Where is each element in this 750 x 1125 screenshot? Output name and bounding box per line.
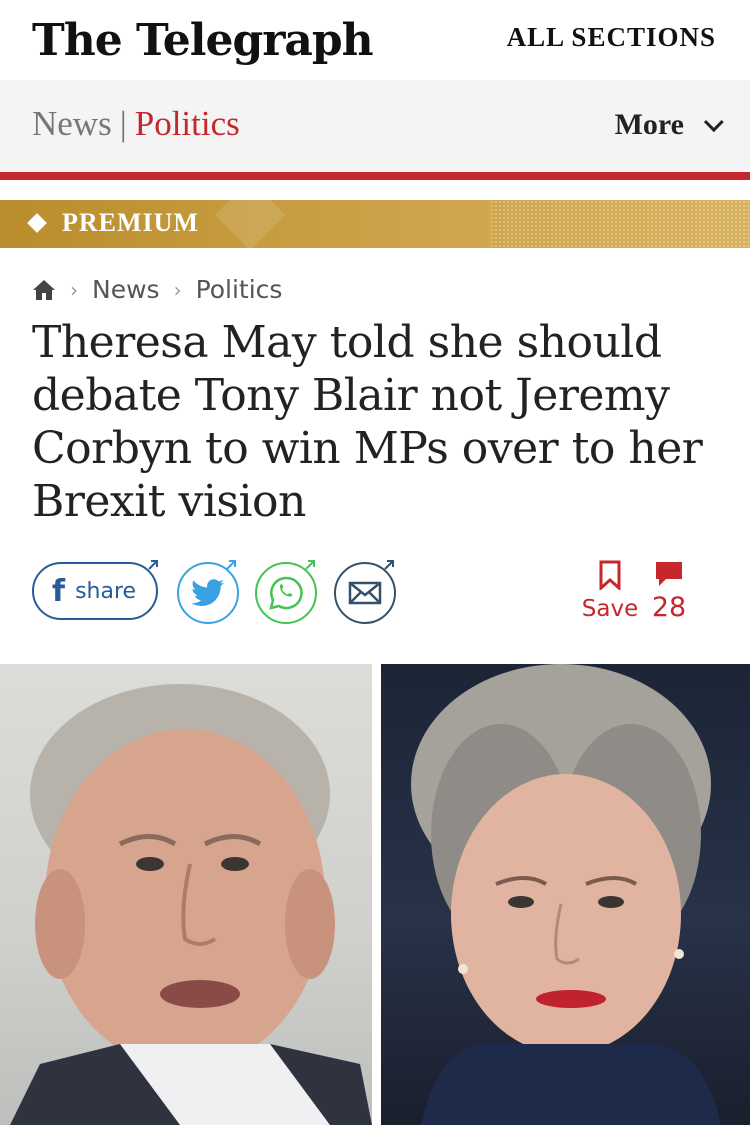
section-crumbs: News | Politics (32, 104, 240, 144)
chevron-right-icon: › (70, 277, 78, 302)
save-button[interactable]: Save (580, 560, 640, 622)
chevron-right-icon: › (173, 277, 182, 302)
home-icon[interactable] (32, 279, 56, 301)
portrait-illustration (10, 684, 372, 1125)
diamond-icon (27, 213, 47, 233)
breadcrumb-politics[interactable]: Politics (196, 275, 283, 304)
comment-count: 28 (651, 592, 687, 623)
bookmark-icon (599, 560, 621, 590)
portrait-illustration (411, 664, 721, 1125)
more-label: More (614, 108, 684, 141)
share-bar: f share Save 28 (32, 560, 718, 640)
tony-blair-photo (0, 664, 372, 1125)
section-news-link[interactable]: News (32, 104, 112, 143)
share-label: share (75, 578, 137, 604)
external-arrow-icon (384, 560, 394, 570)
theresa-may-photo (381, 664, 750, 1125)
premium-label: PREMIUM (62, 208, 199, 237)
section-divider (0, 172, 750, 180)
whatsapp-icon (269, 576, 303, 610)
banner-pattern (490, 200, 750, 248)
section-nav: News | Politics More (0, 80, 750, 172)
breadcrumb: › News › Politics (32, 275, 282, 304)
facebook-icon: f (52, 573, 66, 609)
all-sections-link[interactable]: ALL SECTIONS (507, 22, 716, 53)
telegraph-logo[interactable]: The Telegraph (32, 0, 374, 80)
external-arrow-icon (305, 560, 315, 570)
twitter-icon (191, 579, 224, 606)
masthead: The Telegraph ALL SECTIONS (0, 0, 750, 80)
external-arrow-icon (226, 560, 236, 570)
article-headline: Theresa May told she should debate Tony … (32, 317, 703, 527)
comments-button[interactable]: 28 (644, 560, 694, 623)
breadcrumb-news[interactable]: News (92, 275, 160, 304)
save-label: Save (581, 596, 639, 622)
premium-badge: PREMIUM (27, 208, 199, 238)
premium-banner: PREMIUM (0, 200, 750, 248)
envelope-icon (348, 581, 382, 605)
chevron-down-icon (703, 112, 724, 133)
section-separator: | (119, 104, 127, 143)
facebook-share-button[interactable]: f share (32, 562, 158, 620)
banner-decoration (214, 200, 286, 248)
comment-icon (656, 562, 682, 586)
external-arrow-icon (148, 560, 158, 570)
section-politics-link[interactable]: Politics (135, 104, 240, 143)
more-menu-button[interactable]: More (614, 108, 724, 142)
